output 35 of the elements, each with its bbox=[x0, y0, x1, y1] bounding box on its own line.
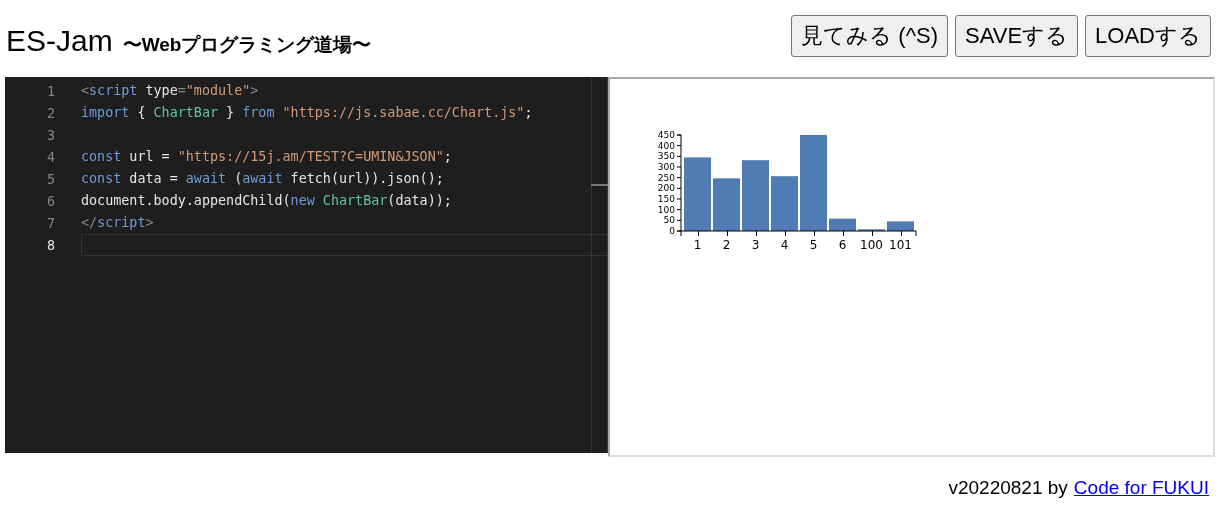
code-line: </script> bbox=[81, 215, 154, 230]
code-line: const data = await (await fetch(url)).json(); bbox=[81, 171, 444, 186]
x-tick-label: 101 bbox=[889, 238, 912, 252]
y-tick-label: 450 bbox=[657, 130, 675, 140]
x-tick-label: 2 bbox=[722, 238, 731, 252]
code-line: <script type="module"> bbox=[81, 83, 259, 98]
code-line: document.body.appendChild(new ChartBar(data)); bbox=[81, 193, 452, 208]
x-tick-label: 100 bbox=[860, 238, 883, 252]
y-tick-label: 150 bbox=[657, 194, 675, 204]
line-number: 7 bbox=[45, 215, 55, 231]
y-tick-label: 250 bbox=[657, 172, 675, 183]
app-subtitle: 〜Webプログラミング道場〜 bbox=[122, 32, 372, 57]
line-number: 2 bbox=[45, 105, 55, 121]
y-tick-label: 350 bbox=[657, 151, 675, 162]
code-line: const url = "https://15j.am/TEST?C=UMIN&JSON"; bbox=[81, 149, 452, 164]
y-tick-label: 300 bbox=[657, 162, 675, 172]
line-number: 5 bbox=[45, 171, 55, 187]
x-tick-label: 3 bbox=[751, 238, 760, 252]
line-number: 1 bbox=[45, 83, 55, 99]
y-tick-label: 400 bbox=[657, 140, 675, 151]
x-tick-label: 1 bbox=[693, 238, 702, 252]
y-tick-label: 100 bbox=[657, 204, 675, 215]
app-title: ES-Jam bbox=[6, 23, 113, 58]
x-tick-label: 6 bbox=[838, 238, 847, 252]
x-tick-label: 5 bbox=[809, 238, 818, 252]
line-number: 8 bbox=[45, 237, 55, 253]
line-number: 3 bbox=[45, 127, 55, 143]
line-number: 6 bbox=[45, 193, 55, 209]
line-number: 4 bbox=[45, 149, 55, 165]
y-tick-label: 0 bbox=[669, 226, 675, 236]
code-line: import { ChartBar } from "https://js.sabae.cc/Chart.js"; bbox=[81, 105, 533, 120]
y-tick-label: 200 bbox=[657, 183, 675, 194]
x-tick-label: 4 bbox=[780, 238, 789, 252]
y-tick-label: 50 bbox=[663, 215, 675, 226]
version-text: v20220821 by bbox=[948, 477, 1068, 499]
